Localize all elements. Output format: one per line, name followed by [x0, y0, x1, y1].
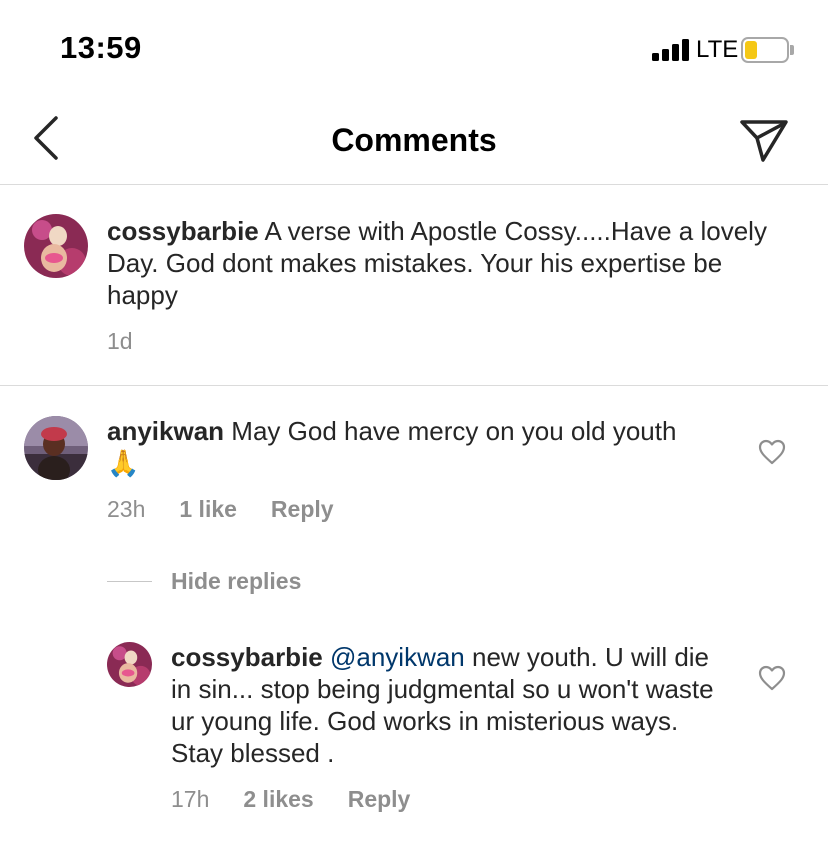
status-time: 13:59: [60, 30, 142, 65]
signal-strength-icon: [652, 39, 690, 61]
comment-text: anyikwan May God have mercy on you old y…: [107, 415, 707, 479]
comment-body: May God have mercy on you old youth: [231, 416, 677, 446]
battery-tip: [790, 45, 794, 55]
caption-time: 1d: [107, 328, 133, 354]
caption-text: cossybarbie A verse with Apostle Cossy..…: [107, 215, 787, 311]
reply-meta: 17h 2 likes Reply: [171, 786, 444, 813]
comment-username[interactable]: anyikwan: [107, 416, 224, 446]
paper-plane-icon: [740, 120, 788, 162]
post-caption: cossybarbie A verse with Apostle Cossy..…: [0, 186, 828, 386]
reply-likes[interactable]: 2 likes: [243, 786, 313, 813]
reply-time: 17h: [171, 786, 210, 812]
comment-meta: 23h 1 like Reply: [107, 496, 368, 523]
heart-icon: [758, 439, 786, 465]
share-button[interactable]: [736, 114, 792, 164]
praying-hands-emoji: 🙏: [107, 448, 140, 478]
status-bar: 13:59 LTE: [0, 0, 828, 100]
like-button[interactable]: [758, 665, 786, 691]
hide-replies-label: Hide replies: [171, 568, 302, 594]
reply-reply-button[interactable]: Reply: [348, 786, 411, 813]
battery-icon: [741, 37, 789, 63]
hide-replies-button[interactable]: Hide replies: [107, 568, 301, 595]
page-title: Comments: [331, 122, 497, 158]
network-type: LTE: [696, 36, 739, 63]
caption-meta: 1d: [107, 328, 167, 355]
reply-text: cossybarbie @anyikwan new youth. U will …: [171, 641, 731, 769]
caption-username[interactable]: cossybarbie: [107, 216, 259, 246]
heart-icon: [758, 665, 786, 691]
comment-time: 23h: [107, 496, 146, 522]
reply-mention[interactable]: @anyikwan: [330, 642, 465, 672]
battery-level: [745, 41, 757, 59]
nav-bar: Comments: [0, 100, 828, 185]
avatar[interactable]: [107, 642, 152, 687]
reply-username[interactable]: cossybarbie: [171, 642, 323, 672]
comment-reply-button[interactable]: Reply: [271, 496, 334, 523]
comment-likes[interactable]: 1 like: [179, 496, 237, 523]
like-button[interactable]: [758, 439, 786, 465]
replies-divider-line: [107, 581, 152, 582]
avatar[interactable]: [24, 416, 88, 480]
avatar[interactable]: [24, 214, 88, 278]
